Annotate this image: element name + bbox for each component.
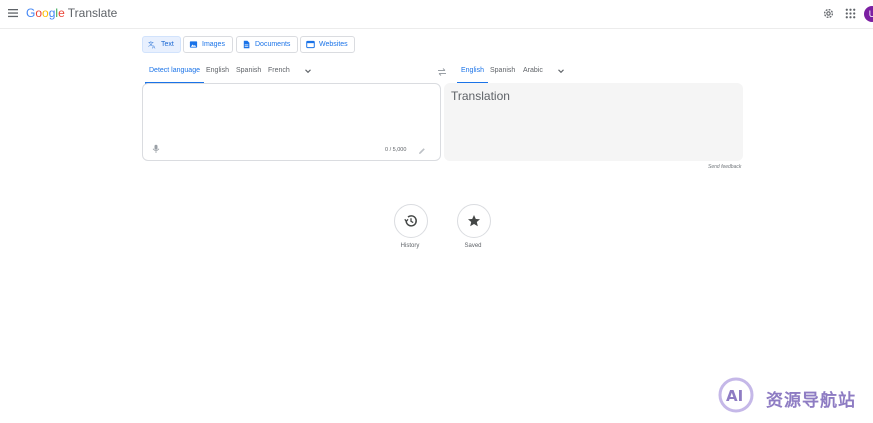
mode-websites-button[interactable]: Websites [300,36,355,53]
saved-label: Saved [464,243,482,249]
google-translate-logo[interactable]: Google Translate [26,6,117,20]
website-icon [306,40,315,49]
logo-letter: o [42,6,49,20]
mode-label: Text [161,41,174,48]
settings-icon[interactable] [822,7,835,20]
mode-label: Images [202,41,225,48]
translation-placeholder: Translation [451,89,510,103]
target-lang-arabic[interactable]: Arabic [523,67,543,74]
mode-images-button[interactable]: Images [183,36,233,53]
swap-languages-icon[interactable] [437,67,447,77]
logo-letter: e [58,6,65,20]
mode-label: Documents [255,41,291,48]
pencil-icon[interactable] [418,147,426,155]
target-lang-spanish[interactable]: Spanish [490,67,515,74]
history-label: History [400,243,420,249]
translation-output-panel: Translation [444,83,743,161]
image-icon [189,41,198,48]
source-language-bar: Detect language English Spanish French [142,64,439,84]
svg-text:A: A [152,45,156,49]
target-language-bar: English Spanish Arabic [457,64,743,84]
saved-button[interactable] [457,204,491,238]
history-icon [404,215,417,227]
site-watermark: AI 资源导航站 [716,375,873,417]
apps-icon[interactable] [844,7,857,20]
send-feedback-link[interactable]: Send feedback [708,164,741,170]
product-name: Translate [67,6,118,20]
logo-letter: G [26,6,36,20]
chevron-down-icon[interactable] [557,67,565,75]
mode-documents-button[interactable]: Documents [236,36,298,53]
source-lang-detect[interactable]: Detect language [149,67,200,74]
source-lang-french[interactable]: French [268,67,290,74]
microphone-icon[interactable] [151,144,161,154]
source-lang-english[interactable]: English [206,67,229,74]
history-button[interactable] [394,204,428,238]
source-text-panel: 0 / 5,000 [142,83,441,161]
document-icon [243,40,250,49]
target-lang-english[interactable]: English [461,67,484,74]
watermark-badge-text: AI [726,387,743,405]
top-app-bar: Google Translate U [0,0,873,29]
star-icon [468,215,480,227]
mode-text-button[interactable]: 文 A Text [142,36,181,53]
menu-icon[interactable] [6,6,20,20]
source-lang-spanish[interactable]: Spanish [236,67,261,74]
chevron-down-icon[interactable] [304,67,312,75]
translate-icon: 文 A [148,40,156,49]
mode-label: Websites [319,41,348,48]
account-avatar[interactable]: U [864,6,873,22]
ai-badge-icon: AI [718,377,754,413]
source-text-input[interactable] [151,90,435,144]
character-count: 0 / 5,000 [385,147,407,153]
watermark-text: 资源导航站 [766,391,856,411]
